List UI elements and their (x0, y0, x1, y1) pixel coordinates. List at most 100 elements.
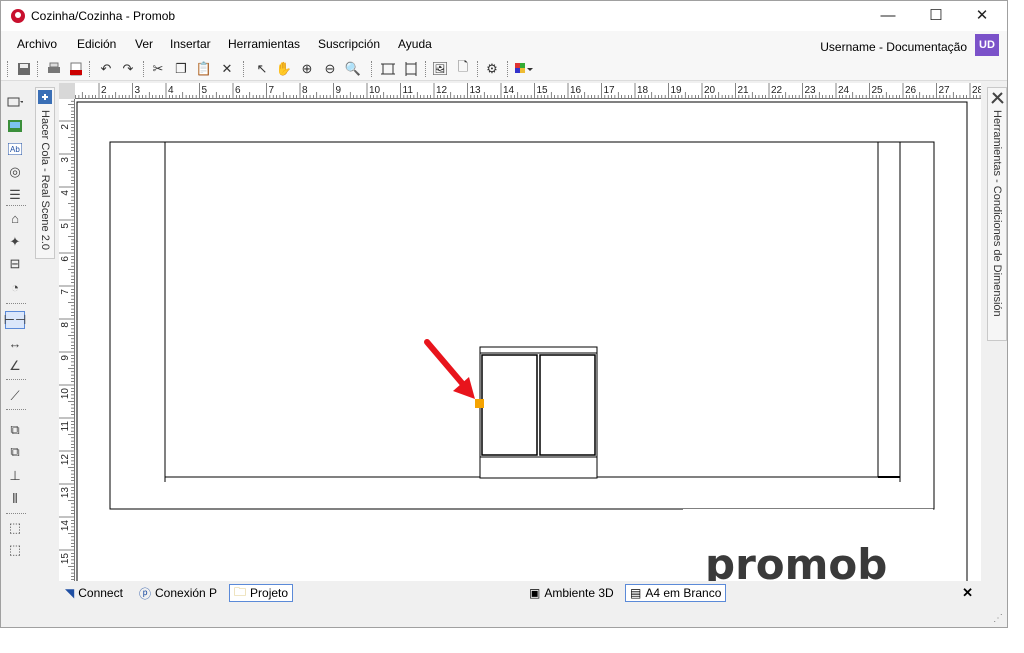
minimize-button[interactable]: — (865, 1, 911, 31)
menu-suscripcion[interactable]: Suscripción (318, 37, 380, 51)
ruler-label: 16 (570, 85, 582, 96)
menu-herramientas[interactable]: Herramientas (228, 37, 300, 51)
toolbar-separator (143, 61, 144, 77)
ambiente-icon: ▣ (529, 586, 541, 600)
ruler-label: 14 (503, 85, 515, 96)
resize-grip-icon[interactable]: ⋰ (993, 613, 1005, 625)
ruler-label: 15 (60, 553, 71, 565)
ruler-label: 24 (838, 85, 850, 96)
left-tool-palette: Ab ◎ ☰ ⌂ ✦ ⊟ ◔ ⊢⊣ ↔ ∠ ⟋ ⧉ ⧉ ⊥ ⫴ ⬚ ⬚ (1, 85, 33, 581)
ruler-label: 25 (872, 85, 884, 96)
menu-insertar[interactable]: Insertar (170, 37, 211, 51)
ruler-label: 9 (336, 85, 342, 96)
text-icon[interactable]: Ab (5, 140, 25, 158)
connect-label: Connect (78, 586, 123, 600)
ruler-label: 8 (60, 322, 71, 328)
color-palette-icon[interactable] (515, 60, 533, 78)
frame-icon[interactable]: ⊟ (5, 255, 25, 273)
document-tabs-bar: ◥ Connect ⓟ Conexión P 🗀 Projeto ▣ Ambiente … (59, 581, 987, 605)
username-label[interactable]: Username - Documentação (820, 40, 967, 54)
pan-hand-icon[interactable]: ✋ (275, 60, 293, 78)
save-icon[interactable] (15, 60, 33, 78)
zoom-in-icon[interactable]: ⊕ (298, 60, 316, 78)
ungroup-icon[interactable]: ⧉ (5, 443, 25, 461)
paste-icon[interactable]: 📋 (195, 60, 213, 78)
copy-icon[interactable]: ❐ (172, 60, 190, 78)
send-back-icon[interactable]: ⬚ (5, 541, 25, 559)
toolbar-separator (37, 61, 38, 77)
insert-image-icon[interactable]: 🖼 (431, 60, 449, 78)
tools-icon[interactable] (991, 91, 1004, 104)
ruler-label: 21 (738, 85, 750, 96)
elevation-drawing[interactable]: promob (75, 99, 981, 581)
connect-tab[interactable]: ◥ Connect (61, 584, 127, 602)
fit-page-icon[interactable] (379, 60, 397, 78)
ruler-label: 15 (537, 85, 549, 96)
conexion-tab[interactable]: ⓟ Conexión P (135, 584, 221, 602)
user-avatar[interactable]: UD (975, 34, 999, 56)
toolbar-separator (371, 61, 372, 77)
menu-ayuda[interactable]: Ayuda (398, 37, 432, 51)
toolbar-separator (7, 61, 8, 77)
redo-icon[interactable]: ↷ (119, 60, 137, 78)
furniture-icon[interactable]: ✦ (5, 233, 25, 251)
ruler-label: 27 (939, 85, 951, 96)
ambiente-3d-tab[interactable]: ▣ Ambiente 3D (525, 584, 618, 602)
select-pointer-icon[interactable]: ↖ (253, 60, 271, 78)
projeto-tab[interactable]: 🗀 Projeto (229, 584, 294, 602)
measure-icon[interactable]: ◔ (5, 278, 25, 296)
angle-dimension-icon[interactable]: ∠ (5, 357, 25, 375)
ruler-label: 6 (235, 85, 241, 96)
cut-icon[interactable]: ✂ (149, 60, 167, 78)
real-scene-side-tab[interactable]: Hacer Cola - Real Scene 2.0 (35, 87, 55, 259)
new-page-icon[interactable]: 🗋 (454, 59, 472, 78)
list-icon[interactable]: ☰ (5, 186, 25, 204)
fit-selection-icon[interactable] (402, 60, 420, 78)
menu-edicion[interactable]: Edición (77, 37, 116, 51)
pin-icon[interactable] (38, 90, 52, 104)
linear-dimension-icon[interactable]: ↔ (5, 334, 25, 352)
view-icon[interactable]: ⌂ (5, 209, 25, 227)
delete-icon[interactable]: ✕ (218, 60, 236, 78)
align-icon[interactable]: ⊥ (5, 467, 25, 485)
symbol-icon[interactable]: ◎ (5, 163, 25, 181)
maximize-button[interactable]: ☐ (913, 1, 959, 31)
window-title: Cozinha/Cozinha - Promob (31, 9, 176, 23)
distribute-icon[interactable]: ⫴ (5, 490, 25, 508)
toolbar-separator (89, 61, 90, 77)
left-ruler: 2 3 4 5 6 7 8 9 10 11 12 13 14 15 (59, 99, 75, 581)
menu-ver[interactable]: Ver (135, 37, 153, 51)
page-icon: ▤ (630, 586, 642, 600)
undo-icon[interactable]: ↶ (97, 60, 115, 78)
rectangle-icon[interactable] (5, 93, 25, 111)
zoom-out-icon[interactable]: ⊖ (321, 60, 339, 78)
print-icon[interactable] (45, 60, 63, 78)
bring-front-icon[interactable]: ⬚ (5, 519, 25, 537)
ruler-label: 2 (60, 124, 71, 130)
ruler-label: 3 (135, 85, 141, 96)
cabinet-body (479, 346, 598, 479)
ruler-label: 9 (60, 355, 71, 361)
a4-em-branco-tab[interactable]: ▤ A4 em Branco (625, 584, 727, 602)
drawing-canvas[interactable]: promob (75, 99, 981, 581)
ruler-label: 7 (269, 85, 275, 96)
zoom-window-icon[interactable]: 🔍 (344, 60, 362, 78)
ruler-label: 11 (403, 85, 414, 96)
close-tab-button[interactable]: ✕ (962, 585, 973, 601)
tool-separator (6, 205, 26, 206)
close-button[interactable]: ✕ (959, 1, 1005, 31)
group-icon[interactable]: ⧉ (5, 421, 25, 439)
menu-archivo[interactable]: Archivo (17, 37, 57, 51)
tool-separator (6, 303, 26, 304)
properties-icon[interactable]: ⚙ (483, 60, 501, 78)
pdf-icon[interactable] (67, 60, 85, 78)
tool-separator (6, 513, 26, 514)
image-icon[interactable] (5, 117, 25, 135)
tools-side-tab[interactable]: Herramientas - Condiciones de Dimensión (987, 87, 1007, 341)
ruler-label: 4 (60, 190, 71, 196)
draw-line-icon[interactable]: ⟋ (5, 387, 25, 405)
ruler-label: 13 (470, 85, 482, 96)
dimension-icon[interactable]: ⊢⊣ (4, 311, 26, 329)
real-scene-tab-label: Hacer Cola - Real Scene 2.0 (39, 110, 51, 251)
ruler-label: 26 (905, 85, 917, 96)
